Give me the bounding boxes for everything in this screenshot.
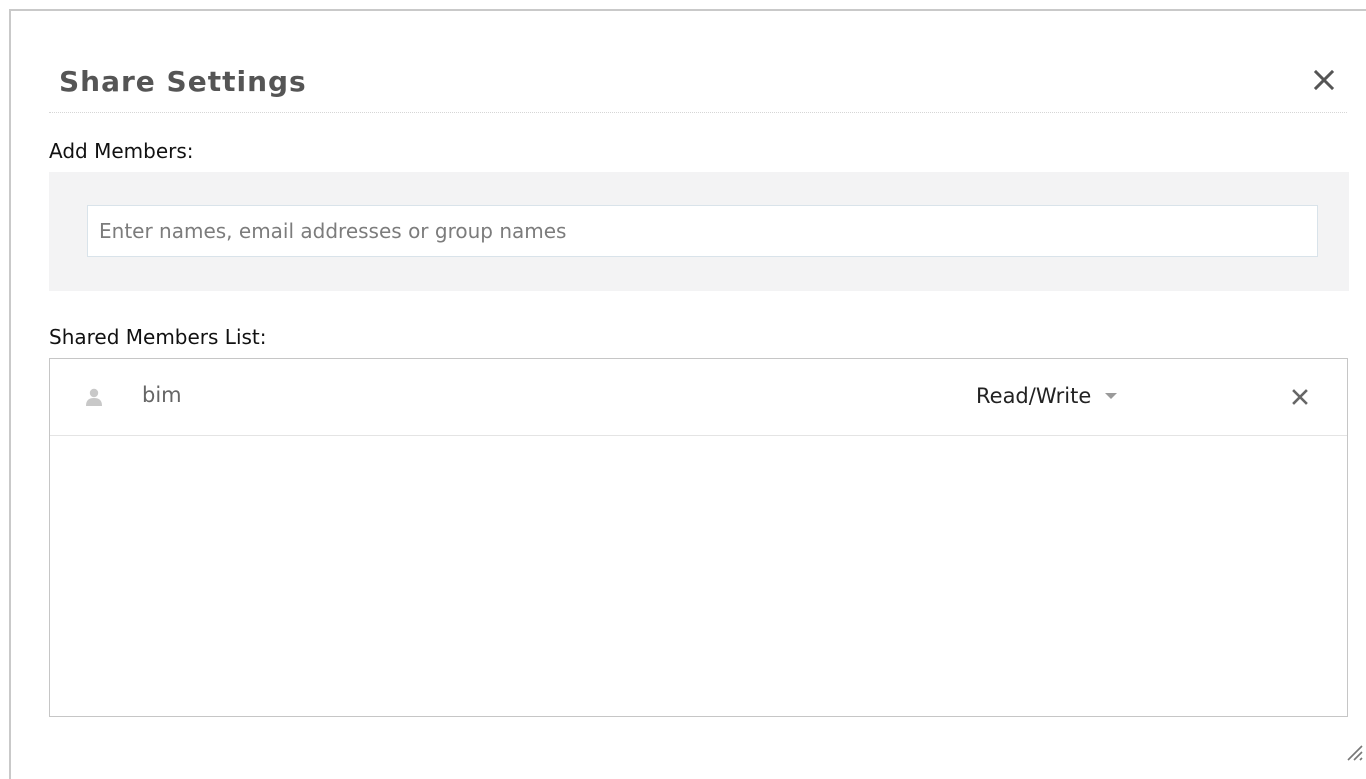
dialog-header: Share Settings [49, 59, 1347, 113]
chevron-down-icon [1105, 393, 1118, 399]
shared-members-label: Shared Members List: [49, 325, 267, 349]
dialog-title: Share Settings [59, 65, 307, 98]
resize-grip-icon[interactable] [1340, 738, 1364, 762]
close-icon [1313, 69, 1335, 91]
permission-dropdown[interactable]: Read/Write [976, 379, 1118, 413]
close-button[interactable] [1309, 65, 1339, 95]
add-members-label: Add Members: [49, 139, 194, 163]
add-members-panel [49, 172, 1349, 291]
person-icon [86, 388, 102, 406]
remove-member-button[interactable] [1288, 385, 1312, 409]
member-name: bim [142, 383, 182, 407]
permission-label: Read/Write [976, 384, 1092, 408]
member-row: bim Read/Write [50, 359, 1347, 436]
share-settings-dialog: Share Settings Add Members: Shared Membe… [9, 9, 1366, 779]
remove-icon [1292, 389, 1308, 405]
shared-members-list: bim Read/Write [49, 358, 1348, 717]
add-members-input[interactable] [87, 205, 1318, 257]
